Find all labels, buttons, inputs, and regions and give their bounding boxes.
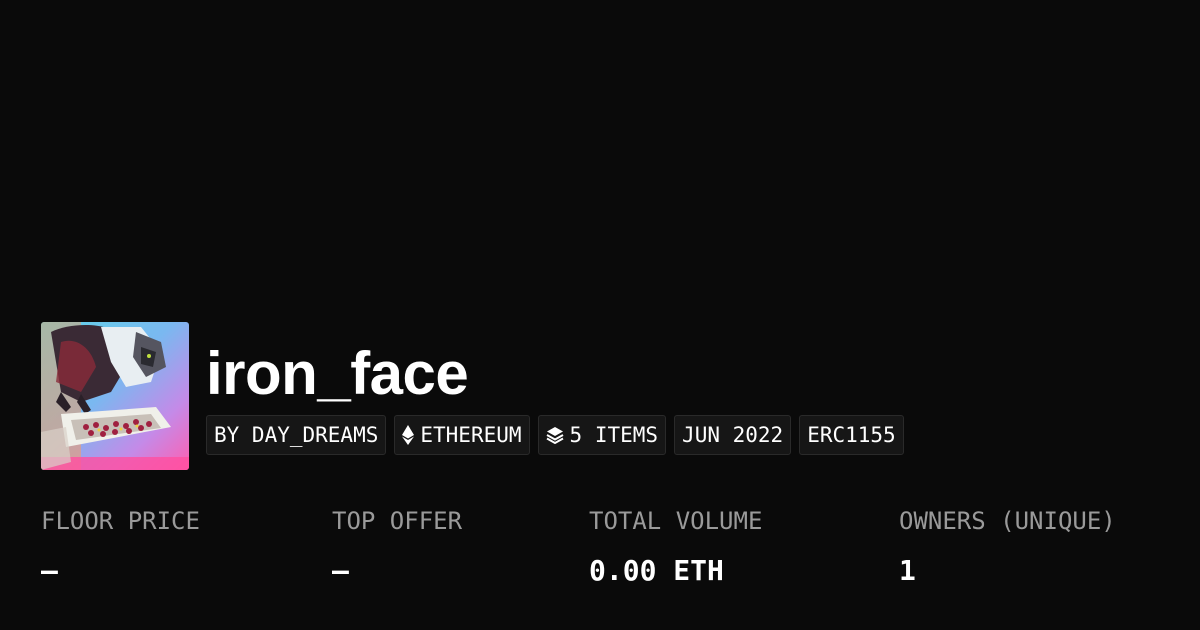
chain-label: ETHEREUM xyxy=(420,423,522,447)
items-label: 5 ITEMS xyxy=(569,423,659,447)
collection-tags: BY DAY_DREAMS ETHEREUM 5 ITEMS JUN 2022 … xyxy=(206,415,904,455)
ethereum-icon xyxy=(402,425,415,445)
layers-icon xyxy=(546,426,564,444)
top-offer-stat: TOP OFFER – xyxy=(332,504,462,588)
floor-price-value: – xyxy=(41,554,58,587)
creator-tag[interactable]: BY DAY_DREAMS xyxy=(206,415,387,455)
date-tag: JUN 2022 xyxy=(674,415,792,455)
chain-tag: ETHEREUM xyxy=(394,415,530,455)
items-tag: 5 ITEMS xyxy=(537,415,667,455)
top-offer-value: – xyxy=(332,554,349,587)
standard-label: ERC1155 xyxy=(807,423,896,447)
owners-label: OWNERS (UNIQUE) xyxy=(899,507,1116,535)
date-label: JUN 2022 xyxy=(682,423,784,447)
floor-price-stat: FLOOR PRICE – xyxy=(41,504,200,588)
collection-title: iron_face xyxy=(206,340,469,407)
total-volume-value: 0.00 ETH xyxy=(589,554,724,587)
floor-price-label: FLOOR PRICE xyxy=(41,507,200,535)
top-offer-label: TOP OFFER xyxy=(332,507,463,535)
collection-og-card: iron_face BY DAY_DREAMS ETHEREUM 5 ITEMS… xyxy=(0,0,1200,630)
creator-label: BY DAY_DREAMS xyxy=(214,423,379,447)
total-volume-label: TOTAL VOLUME xyxy=(589,507,763,535)
total-volume-stat: TOTAL VOLUME 0.00 ETH xyxy=(589,504,762,588)
owners-value: 1 xyxy=(899,554,916,587)
collection-thumbnail xyxy=(41,322,189,470)
standard-tag: ERC1155 xyxy=(799,415,904,455)
owners-stat: OWNERS (UNIQUE) 1 xyxy=(899,504,1116,588)
